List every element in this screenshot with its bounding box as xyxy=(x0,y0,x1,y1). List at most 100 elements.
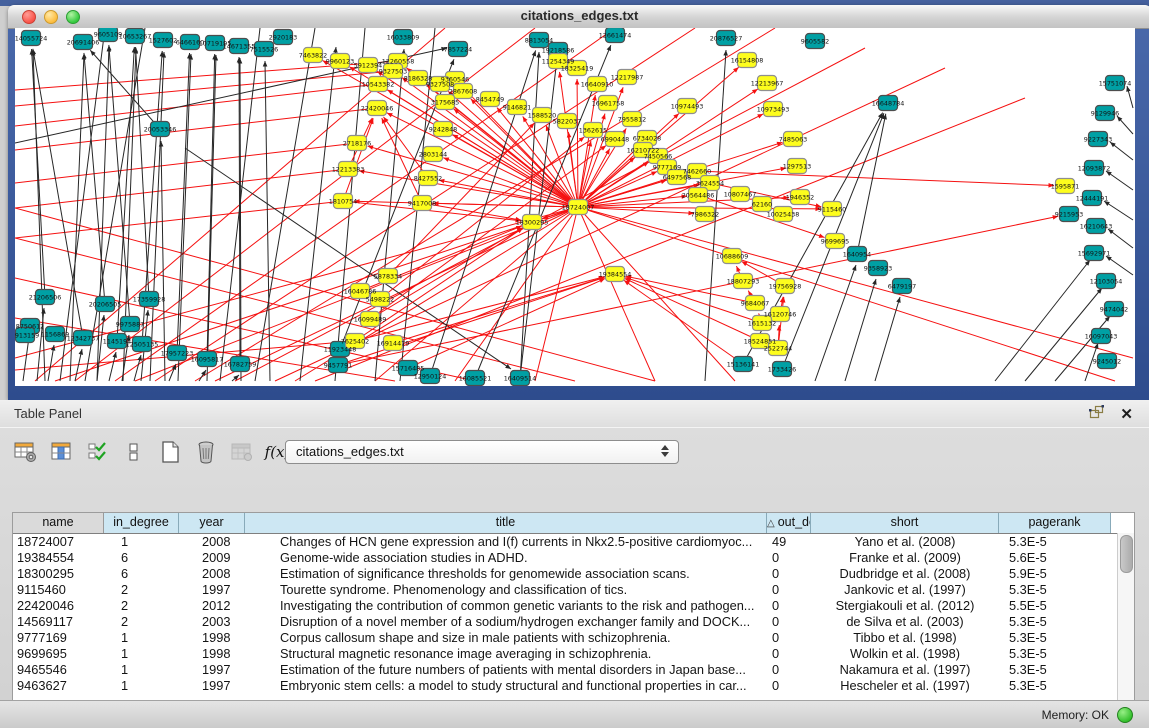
graph-node-label: 8454749 xyxy=(476,95,504,103)
cell-name: 9115460 xyxy=(13,582,104,598)
table-row[interactable]: 969969511998Structural magnetic resonanc… xyxy=(13,646,1134,662)
cell-in_degree: 1 xyxy=(104,534,179,550)
graph-node-label: 16640910 xyxy=(581,80,614,88)
graph-node-label: 9146821 xyxy=(503,103,531,111)
new-table-icon[interactable] xyxy=(156,439,183,466)
graph-node-label: 12213967 xyxy=(751,79,784,87)
table-settings-icon[interactable] xyxy=(12,439,39,466)
graph-node-label: 3175685 xyxy=(431,98,459,106)
table-row[interactable]: 977716911998Corpus callosum shape and si… xyxy=(13,630,1134,646)
graph-node-label: 9358923 xyxy=(864,264,892,272)
cell-in_degree: 1 xyxy=(104,630,179,646)
row-height-icon[interactable] xyxy=(120,439,147,466)
table-selector-dropdown[interactable]: citations_edges.txt xyxy=(285,440,679,464)
black-edge xyxy=(90,50,160,129)
table-row[interactable]: 1872400712008Changes of HCN gene express… xyxy=(13,534,1134,550)
cell-pagerank: 5.3E-5 xyxy=(999,646,1111,662)
graph-node-label: 1362615 xyxy=(579,126,607,134)
graph-node-label: 16097043 xyxy=(1085,332,1118,340)
scrollbar-thumb[interactable] xyxy=(1120,535,1133,573)
column-header-in_degree[interactable]: in_degree xyxy=(104,513,179,533)
graph-node-label: 11254349 xyxy=(542,57,575,65)
delete-table-icon[interactable] xyxy=(192,439,219,466)
edge-arrowhead xyxy=(619,87,623,93)
graph-node-label: 9129946 xyxy=(1091,109,1119,117)
cell-in_degree: 1 xyxy=(104,646,179,662)
float-window-icon[interactable] xyxy=(1089,405,1104,424)
graph-node-label: 18325419 xyxy=(561,64,594,72)
graph-node-label: 17957223 xyxy=(161,349,194,357)
vertical-scrollbar[interactable] xyxy=(1117,533,1134,700)
cell-in_degree: 2 xyxy=(104,582,179,598)
black-edge xyxy=(857,114,886,254)
column-header-title[interactable]: title xyxy=(245,513,767,533)
graph-node-label: 22420046 xyxy=(361,104,394,112)
red-edge xyxy=(15,169,348,208)
dropdown-arrows-icon xyxy=(661,445,669,457)
edge-arrowhead xyxy=(107,45,112,51)
graph-node-label: 16961758 xyxy=(592,99,625,107)
table-row[interactable]: 1938455462009Genome-wide association stu… xyxy=(13,550,1134,566)
memory-ok-indicator[interactable] xyxy=(1117,707,1133,723)
cell-in_degree: 1 xyxy=(104,662,179,678)
red-edge xyxy=(15,84,378,126)
column-header-name[interactable]: name xyxy=(13,513,104,533)
column-header-out_de[interactable]: △out_de... xyxy=(767,513,811,533)
cell-short: Nakamura et al. (1997) xyxy=(811,662,999,678)
graph-node-label: 20564486 xyxy=(682,191,715,199)
cell-title: Genome-wide association studies in ADHD. xyxy=(245,550,767,566)
graph-node-label: 1810754 xyxy=(329,197,357,205)
cell-pagerank: 5.6E-5 xyxy=(999,550,1111,566)
cell-title: Estimation of significance thresholds fo… xyxy=(245,566,767,582)
graph-node-label: 6479197 xyxy=(888,282,916,290)
graph-node-label: 12444191 xyxy=(1076,194,1109,202)
node-table: namein_degreeyeartitle△out_de...shortpag… xyxy=(12,512,1135,701)
table-row[interactable]: 2242004622012Investigating the contribut… xyxy=(13,598,1134,614)
cell-title: Investigating the contribution of common… xyxy=(245,598,767,614)
graph-node-label: 12505135 xyxy=(126,340,159,348)
red-edge xyxy=(343,118,373,201)
cell-in_degree: 2 xyxy=(104,614,179,630)
close-panel-icon[interactable]: ✕ xyxy=(1120,407,1133,422)
column-header-short[interactable]: short xyxy=(811,513,999,533)
network-window: citations_edges.txt 14055724206914069605… xyxy=(8,5,1149,400)
network-graph[interactable]: 1405572420691406960510910653267152760264… xyxy=(15,28,1135,386)
edge-arrowhead xyxy=(450,59,454,65)
cell-short: Hescheler et al. (1997) xyxy=(811,678,999,694)
cell-year: 2008 xyxy=(179,566,245,582)
table-row[interactable]: 946362711997Embryonic stem cells: a mode… xyxy=(13,678,1134,694)
apply-checks-icon[interactable] xyxy=(84,439,111,466)
graph-node-label: 7515526 xyxy=(250,45,278,53)
table-row[interactable]: 911546021997Tourette syndrome. Phenomeno… xyxy=(13,582,1134,598)
cell-in_degree: 6 xyxy=(104,550,179,566)
cell-title: Disruption of a novel member of a sodium… xyxy=(245,614,767,630)
graph-node-label: 19756928 xyxy=(769,282,802,290)
table-row[interactable]: 1830029562008Estimation of significance … xyxy=(13,566,1134,582)
red-edge xyxy=(578,207,1133,358)
select-columns-icon[interactable] xyxy=(48,439,75,466)
column-header-pagerank[interactable]: pagerank xyxy=(999,513,1111,533)
table-panel-title: Table Panel xyxy=(14,406,82,421)
network-view-canvas[interactable]: 1405572420691406960510910653267152760264… xyxy=(15,28,1135,386)
graph-node-label: 10025438 xyxy=(767,210,800,218)
column-header-year[interactable]: year xyxy=(179,513,245,533)
cell-pagerank: 5.5E-5 xyxy=(999,598,1111,614)
graph-node-label: 16782759 xyxy=(224,360,257,368)
edge-arrowhead xyxy=(896,297,900,303)
table-row[interactable]: 1456911722003Disruption of a novel membe… xyxy=(13,614,1134,630)
cell-out_degree: 0 xyxy=(767,614,811,630)
black-edge xyxy=(97,46,109,381)
edge-arrowhead xyxy=(536,52,541,58)
edge-arrowhead xyxy=(872,279,876,285)
graph-node-label: 12093872 xyxy=(1078,164,1111,172)
graph-node-label: 15136141 xyxy=(727,360,760,368)
table-row[interactable]: 946554611997Estimation of the future num… xyxy=(13,662,1134,678)
graph-node-label: 20206505 xyxy=(89,300,122,308)
graph-node-label: 10653267 xyxy=(119,32,152,40)
graph-node-label: 1156869 xyxy=(41,330,69,338)
red-edge xyxy=(338,216,1058,365)
network-window-titlebar[interactable]: citations_edges.txt xyxy=(8,5,1149,29)
cell-short: de Silva et al. (2003) xyxy=(811,614,999,630)
cell-title: Embryonic stem cells: a model to study s… xyxy=(245,678,767,694)
status-bar: Memory: OK xyxy=(0,700,1149,728)
